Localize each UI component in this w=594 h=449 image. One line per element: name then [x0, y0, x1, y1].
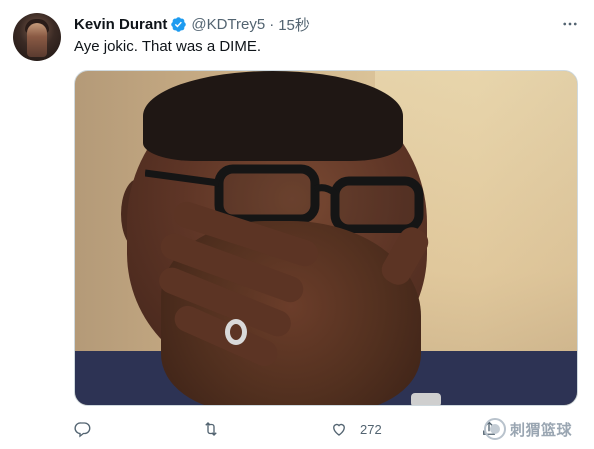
- verified-badge-icon: [170, 16, 187, 33]
- like-icon: [333, 423, 345, 436]
- watermark-text: 刺猬篮球: [510, 420, 573, 439]
- handle[interactable]: @KDTrey5: [191, 16, 265, 33]
- tweet-photo[interactable]: [74, 70, 578, 406]
- more-horizontal-icon: [563, 22, 577, 26]
- photo-watch: [411, 393, 441, 405]
- display-name[interactable]: Kevin Durant: [74, 16, 167, 33]
- retweet-button[interactable]: [202, 416, 232, 442]
- avatar-figure: [27, 23, 47, 57]
- more-options-button[interactable]: [560, 14, 580, 34]
- avatar[interactable]: [13, 13, 61, 61]
- reply-button[interactable]: [74, 416, 104, 442]
- photo-ring: [225, 319, 247, 345]
- reply-icon: [74, 422, 91, 438]
- timestamp[interactable]: 15秒: [278, 14, 310, 35]
- retweet-icon: [205, 422, 217, 436]
- like-count: 272: [360, 421, 382, 437]
- tweet-header: Kevin Durant @KDTrey5 · 15秒: [74, 14, 310, 34]
- like-button[interactable]: 272: [330, 416, 382, 442]
- watermark: 刺猬篮球: [484, 418, 572, 440]
- tweet-text: Aye jokic. That was a DIME.: [74, 38, 262, 55]
- tweet[interactable]: Kevin Durant @KDTrey5 · 15秒 Aye jokic. T…: [0, 0, 594, 449]
- photo-hair: [143, 71, 403, 161]
- watermark-logo-icon: [484, 418, 506, 440]
- separator-dot: ·: [269, 15, 275, 33]
